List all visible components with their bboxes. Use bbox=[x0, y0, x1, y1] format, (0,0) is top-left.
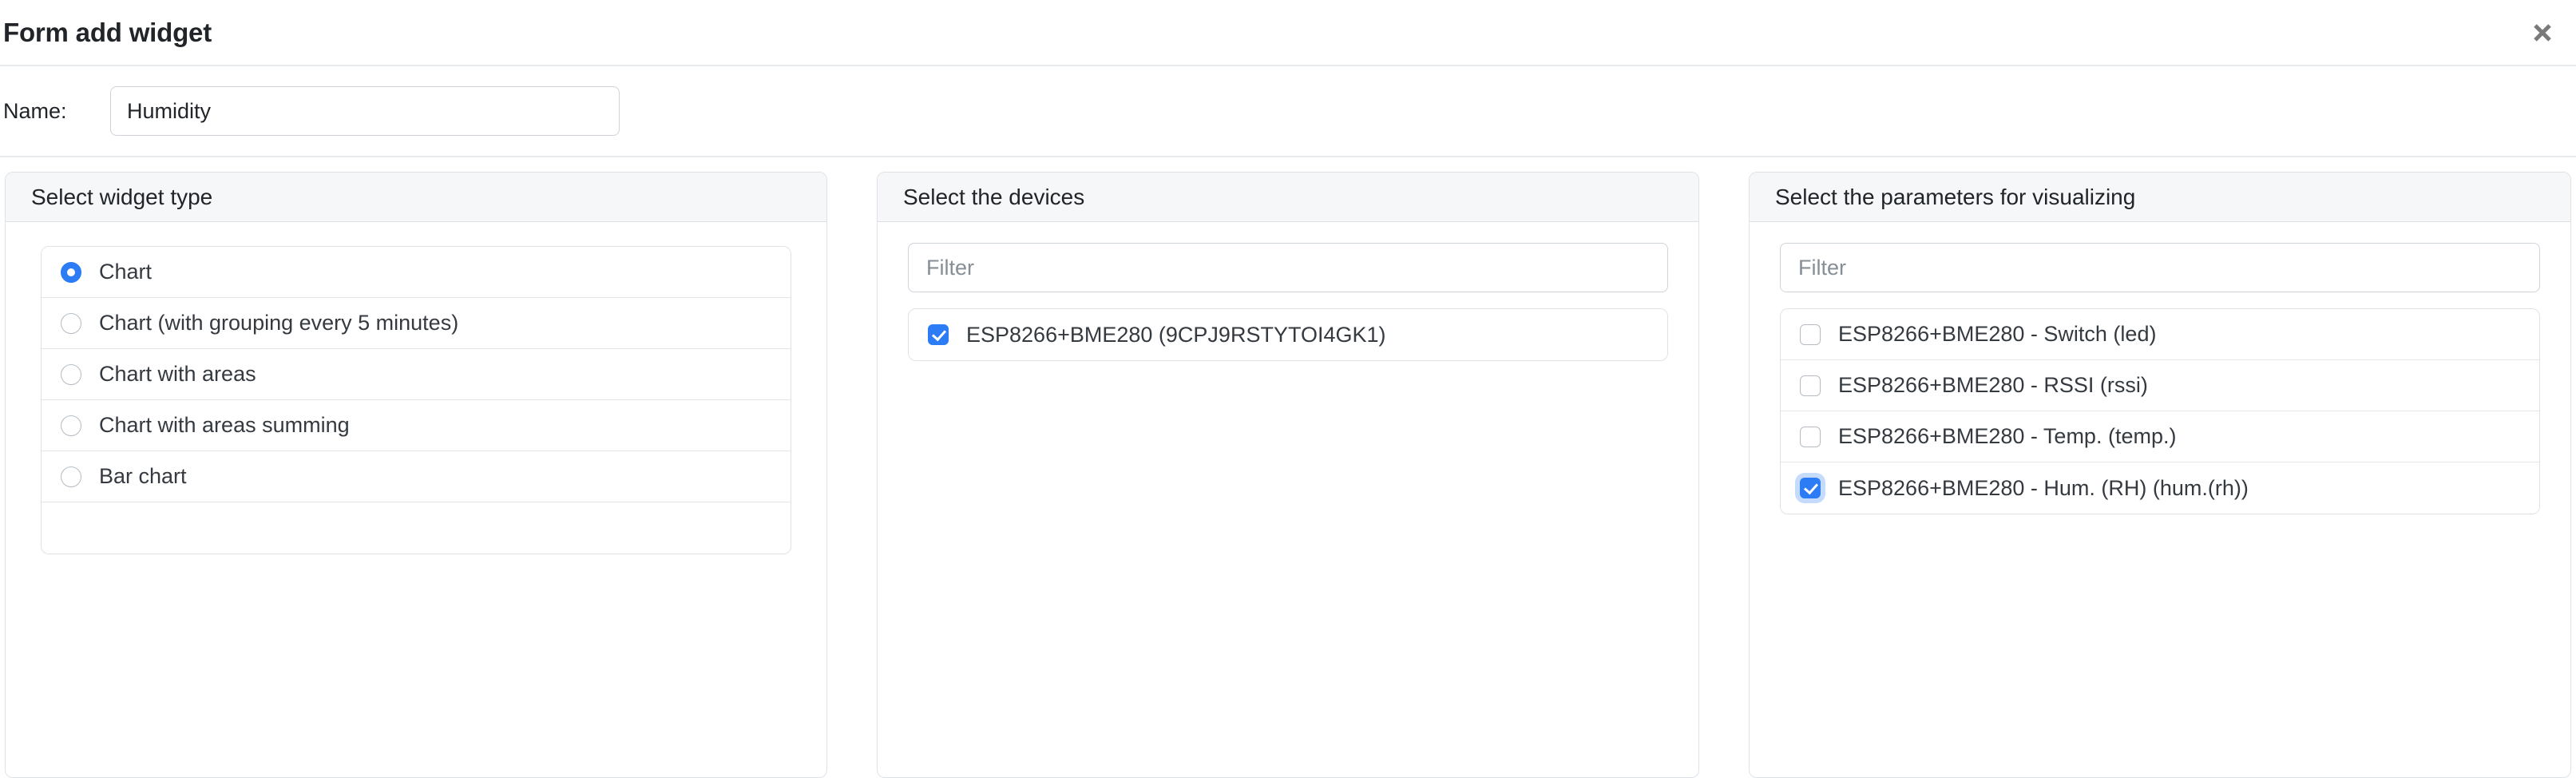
list-item[interactable]: Chart (with grouping every 5 minutes) bbox=[42, 298, 791, 349]
panel-widget-type-header: Select widget type bbox=[6, 173, 826, 222]
checkbox-icon[interactable] bbox=[1800, 426, 1821, 447]
list-item[interactable]: Bar chart bbox=[42, 451, 791, 502]
list-item-label: Chart with areas bbox=[99, 362, 256, 386]
close-icon bbox=[2530, 21, 2554, 45]
list-item[interactable]: Chart bbox=[42, 247, 791, 298]
panel-parameters-header: Select the parameters for visualizing bbox=[1750, 173, 2570, 222]
checkbox-icon[interactable] bbox=[1800, 324, 1821, 345]
list-item-label: Chart (with grouping every 5 minutes) bbox=[99, 311, 459, 335]
devices-checkbox-group: ESP8266+BME280 (9CPJ9RSTYTOI4GK1) bbox=[908, 308, 1668, 361]
panel-widget-type: Select widget type Chart Chart (with gro… bbox=[5, 172, 827, 778]
radio-icon[interactable] bbox=[61, 261, 81, 283]
modal-header: Form add widget bbox=[0, 0, 2576, 66]
checkbox-icon[interactable] bbox=[928, 324, 949, 345]
list-item[interactable]: ESP8266+BME280 - RSSI (rssi) bbox=[1781, 360, 2539, 411]
list-item[interactable]: Chart with areas summing bbox=[42, 400, 791, 451]
list-item[interactable]: ESP8266+BME280 - Switch (led) bbox=[1781, 309, 2539, 360]
selection-columns: Select widget type Chart Chart (with gro… bbox=[0, 157, 2576, 778]
checkbox-icon[interactable] bbox=[1800, 375, 1821, 396]
panel-devices-body: ESP8266+BME280 (9CPJ9RSTYTOI4GK1) bbox=[878, 222, 1698, 777]
parameters-checkbox-group: ESP8266+BME280 - Switch (led) ESP8266+BM… bbox=[1780, 308, 2540, 514]
panel-widget-type-title: Select widget type bbox=[31, 184, 213, 209]
radio-icon[interactable] bbox=[61, 466, 81, 487]
close-button[interactable] bbox=[2526, 17, 2558, 49]
list-item-label: ESP8266+BME280 - RSSI (rssi) bbox=[1838, 373, 2148, 397]
radio-icon[interactable] bbox=[61, 363, 81, 385]
list-item[interactable]: ESP8266+BME280 - Temp. (temp.) bbox=[1781, 411, 2539, 462]
page-title: Form add widget bbox=[3, 17, 212, 47]
list-item-label: Bar chart bbox=[99, 464, 187, 488]
list-item-label: ESP8266+BME280 - Hum. (RH) (hum.(rh)) bbox=[1838, 475, 2249, 500]
checkbox-icon[interactable] bbox=[1800, 478, 1821, 498]
list-item-label: Chart with areas summing bbox=[99, 413, 350, 437]
widget-type-radio-group: Chart Chart (with grouping every 5 minut… bbox=[41, 246, 791, 554]
panel-devices-title: Select the devices bbox=[903, 184, 1085, 209]
parameters-filter-input[interactable] bbox=[1780, 243, 2540, 292]
name-label: Name: bbox=[3, 98, 67, 123]
list-item-label: ESP8266+BME280 - Temp. (temp.) bbox=[1838, 424, 2177, 448]
radio-icon[interactable] bbox=[61, 415, 81, 436]
list-item[interactable]: ESP8266+BME280 (9CPJ9RSTYTOI4GK1) bbox=[909, 309, 1667, 360]
panel-devices: Select the devices ESP8266+BME280 (9CPJ9… bbox=[877, 172, 1699, 778]
list-item[interactable]: ESP8266+BME280 - Hum. (RH) (hum.(rh)) bbox=[1781, 462, 2539, 514]
panel-devices-header: Select the devices bbox=[878, 173, 1698, 222]
list-item-label: Chart bbox=[99, 260, 153, 284]
list-item-label: ESP8266+BME280 (9CPJ9RSTYTOI4GK1) bbox=[966, 322, 1386, 347]
panel-parameters: Select the parameters for visualizing ES… bbox=[1749, 172, 2571, 778]
panel-widget-type-body: Chart Chart (with grouping every 5 minut… bbox=[6, 222, 826, 777]
panel-parameters-title: Select the parameters for visualizing bbox=[1775, 184, 2136, 209]
name-field-row: Name: bbox=[0, 66, 2576, 157]
list-item[interactable]: Chart with areas bbox=[42, 349, 791, 400]
panel-parameters-body: ESP8266+BME280 - Switch (led) ESP8266+BM… bbox=[1750, 222, 2570, 777]
radio-icon[interactable] bbox=[61, 312, 81, 334]
list-item-label: ESP8266+BME280 - Switch (led) bbox=[1838, 322, 2157, 346]
name-input[interactable] bbox=[110, 86, 620, 136]
devices-filter-input[interactable] bbox=[908, 243, 1668, 292]
list-item[interactable] bbox=[42, 502, 791, 554]
